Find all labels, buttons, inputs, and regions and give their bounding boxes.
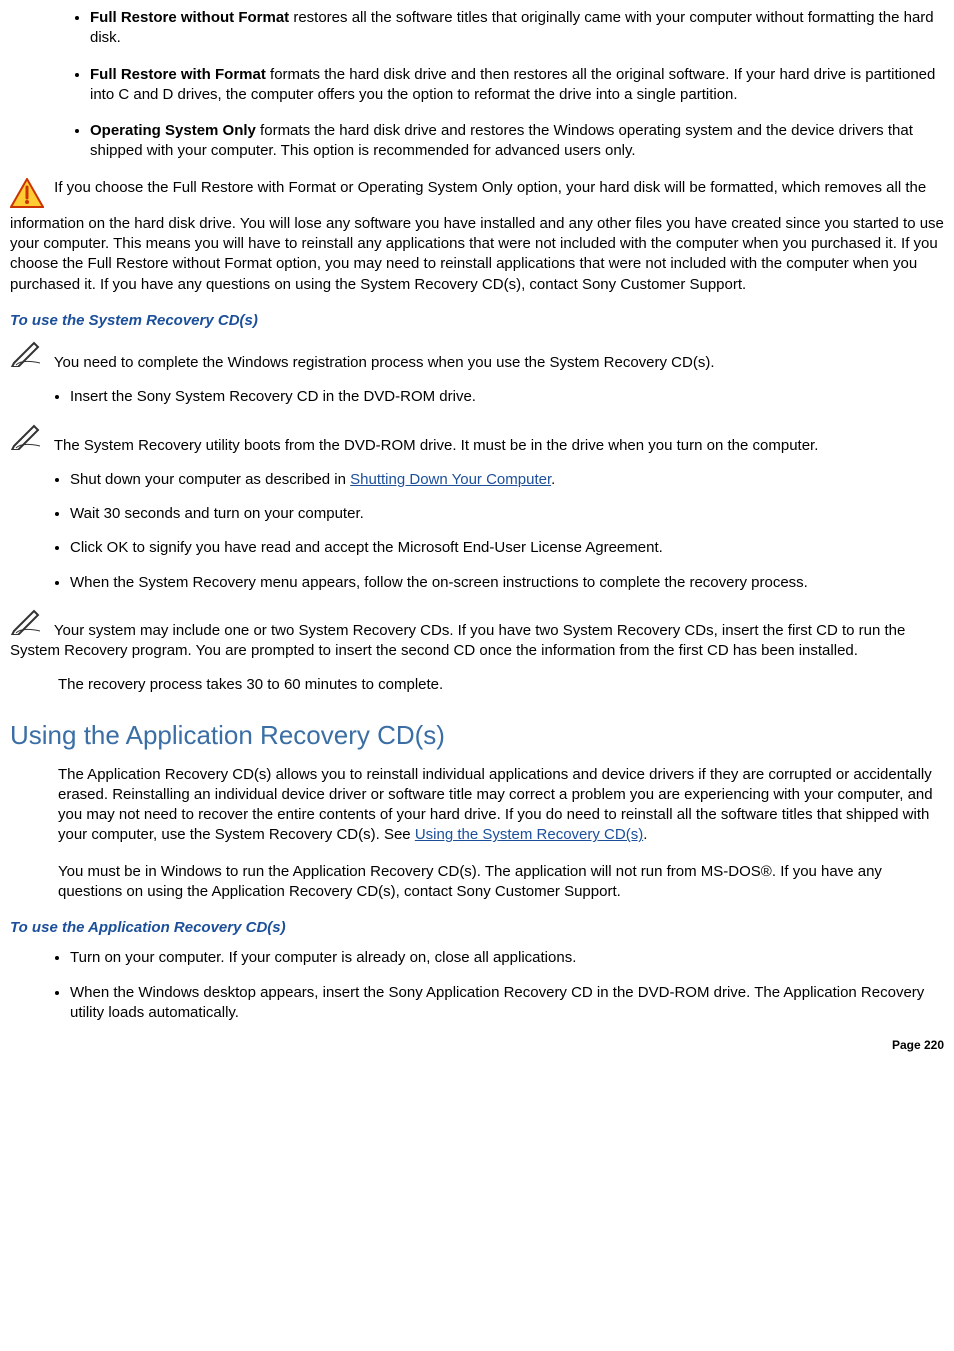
para-app-recovery-windows: You must be in Windows to run the Applic… bbox=[58, 862, 944, 903]
page-number: Page 220 bbox=[10, 1037, 944, 1053]
note-text: Your system may include one or two Syste… bbox=[10, 622, 905, 659]
subheading-app-recovery: To use the Application Recovery CD(s) bbox=[10, 918, 944, 938]
steps-app-recovery: Turn on your computer. If your computer … bbox=[30, 948, 944, 1023]
link-shutting-down[interactable]: Shutting Down Your Computer bbox=[350, 471, 551, 488]
option-full-restore-no-format: Full Restore without Format restores all… bbox=[90, 8, 944, 49]
subheading-system-recovery: To use the System Recovery CD(s) bbox=[10, 311, 944, 331]
para-text-post: . bbox=[643, 826, 647, 843]
pen-icon bbox=[10, 339, 46, 373]
step-text-post: . bbox=[551, 471, 555, 488]
note-text: The System Recovery utility boots from t… bbox=[50, 437, 818, 454]
step-shutdown: Shut down your computer as described in … bbox=[70, 470, 944, 490]
step-wait: Wait 30 seconds and turn on your compute… bbox=[70, 504, 944, 524]
step-insert-cd: Insert the Sony System Recovery CD in th… bbox=[70, 387, 944, 407]
option-title: Full Restore without Format bbox=[90, 9, 289, 26]
step-menu: When the System Recovery menu appears, f… bbox=[70, 573, 944, 593]
steps-insert-cd: Insert the Sony System Recovery CD in th… bbox=[30, 387, 944, 407]
warning-format: If you choose the Full Restore with Form… bbox=[10, 178, 944, 295]
option-title: Operating System Only bbox=[90, 122, 256, 139]
step-turnon: Turn on your computer. If your computer … bbox=[70, 948, 944, 968]
note-recovery-time: The recovery process takes 30 to 60 minu… bbox=[58, 675, 944, 695]
restore-options-list: Full Restore without Format restores all… bbox=[50, 8, 944, 162]
step-clickok: Click OK to signify you have read and ac… bbox=[70, 538, 944, 558]
steps-recovery: Shut down your computer as described in … bbox=[30, 470, 944, 593]
note-text: You need to complete the Windows registr… bbox=[50, 354, 715, 371]
para-app-recovery-intro: The Application Recovery CD(s) allows yo… bbox=[58, 765, 944, 846]
step-insert-app-cd: When the Windows desktop appears, insert… bbox=[70, 983, 944, 1024]
note-boots-dvd: The System Recovery utility boots from t… bbox=[10, 422, 944, 456]
link-using-system-recovery[interactable]: Using the System Recovery CD(s) bbox=[415, 826, 643, 843]
heading-app-recovery: Using the Application Recovery CD(s) bbox=[10, 718, 944, 753]
note-two-cds: Your system may include one or two Syste… bbox=[10, 607, 944, 662]
option-full-restore-with-format: Full Restore with Format formats the har… bbox=[90, 65, 944, 106]
pen-icon bbox=[10, 422, 46, 456]
warning-icon bbox=[10, 178, 44, 214]
step-text-pre: Shut down your computer as described in bbox=[70, 471, 350, 488]
pen-icon bbox=[10, 607, 46, 641]
warning-text: If you choose the Full Restore with Form… bbox=[10, 179, 944, 293]
note-registration: You need to complete the Windows registr… bbox=[10, 339, 944, 373]
option-title: Full Restore with Format bbox=[90, 66, 266, 83]
option-os-only: Operating System Only formats the hard d… bbox=[90, 121, 944, 162]
